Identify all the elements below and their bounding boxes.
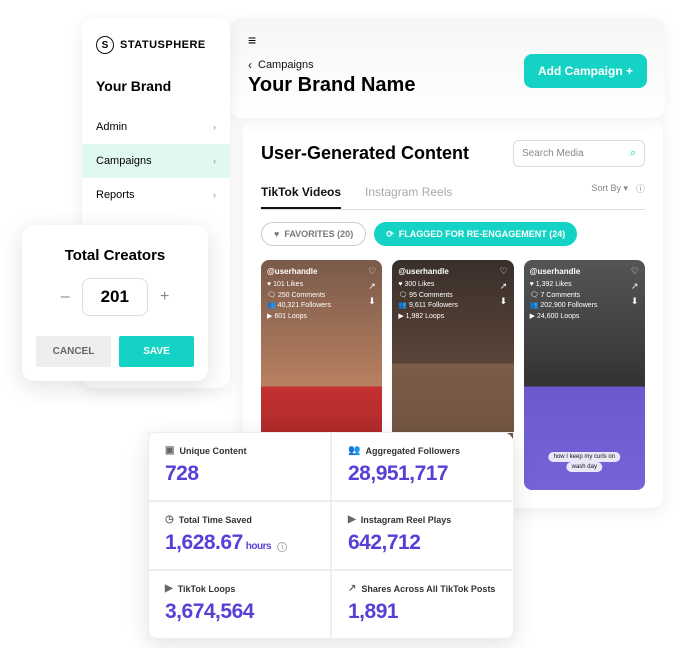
- card-action-icons: ♡ ↗ ⬇: [631, 266, 639, 307]
- logo-icon: S: [96, 36, 114, 54]
- search-icon: ⌕: [630, 147, 636, 160]
- caption-text: how I keep my curls on: [549, 452, 620, 462]
- brand-heading: Your Brand: [82, 70, 230, 110]
- breadcrumb-label: Campaigns: [258, 59, 314, 71]
- favorites-chip[interactable]: ♥ FAVORITES (20): [261, 222, 366, 246]
- add-campaign-button[interactable]: Add Campaign +: [524, 54, 647, 88]
- logo: S STATUSPHERE: [82, 36, 230, 70]
- heart-icon[interactable]: ♡: [500, 266, 508, 277]
- info-icon[interactable]: ⓘ: [636, 182, 645, 195]
- logo-text: STATUSPHERE: [120, 39, 206, 51]
- flagged-chip[interactable]: ⟳ FLAGGED FOR RE-ENGAGEMENT (24): [374, 222, 577, 246]
- sidebar-item-label: Reports: [96, 189, 135, 201]
- tab-tiktok-videos[interactable]: TikTok Videos: [261, 185, 341, 209]
- caption-text: wash day: [567, 462, 602, 472]
- save-button[interactable]: SAVE: [119, 336, 194, 367]
- search-placeholder: Search Media: [522, 148, 584, 159]
- creators-title: Total Creators: [36, 247, 194, 264]
- download-icon[interactable]: ⬇: [500, 296, 508, 307]
- ugc-tabs: TikTok Videos Instagram Reels Sort By ▾ …: [261, 185, 645, 210]
- flagged-label: FLAGGED FOR RE-ENGAGEMENT (24): [399, 229, 566, 239]
- refresh-icon: ⟳: [386, 229, 394, 240]
- clock-icon: ◷: [165, 514, 174, 525]
- content-icon: ▣: [165, 445, 174, 456]
- decrement-button[interactable]: –: [61, 288, 70, 306]
- stat-value: 728: [165, 462, 314, 486]
- sort-by-dropdown[interactable]: Sort By ▾: [591, 183, 628, 194]
- stat-value: 1,891: [348, 600, 497, 624]
- chevron-right-icon: ›: [213, 156, 216, 166]
- sidebar-item-admin[interactable]: Admin ›: [82, 110, 230, 144]
- followers-icon: 👥: [348, 445, 360, 456]
- stat-time-saved: ◷Total Time Saved 1,628.67hoursi: [148, 501, 331, 570]
- stat-value: 642,712: [348, 531, 497, 555]
- stat-unique-content: ▣Unique Content 728: [148, 432, 331, 501]
- quantity-stepper: – 201 +: [36, 278, 194, 316]
- share-icon[interactable]: ↗: [368, 281, 376, 292]
- search-input[interactable]: Search Media ⌕: [513, 140, 645, 167]
- increment-button[interactable]: +: [160, 288, 169, 306]
- chevron-right-icon: ›: [213, 122, 216, 132]
- tab-instagram-reels[interactable]: Instagram Reels: [365, 185, 452, 209]
- info-icon[interactable]: i: [277, 542, 287, 552]
- chevron-right-icon: ›: [213, 190, 216, 200]
- favorites-label: FAVORITES (20): [284, 229, 353, 239]
- stat-reel-plays: ▶Instagram Reel Plays 642,712: [331, 501, 514, 570]
- total-creators-card: Total Creators – 201 + CANCEL SAVE: [22, 225, 208, 381]
- play-icon: ▶: [348, 514, 356, 525]
- download-icon[interactable]: ⬇: [631, 296, 639, 307]
- header-panel: ≡ ‹ Campaigns Your Brand Name Add Campai…: [230, 18, 665, 118]
- back-icon: ‹: [248, 58, 252, 72]
- share-icon[interactable]: ↗: [500, 281, 508, 292]
- sidebar-item-label: Admin: [96, 121, 127, 133]
- card-stats: @userhandle ♥ 1,392 Likes 🗨 7 Comments 👥…: [530, 266, 598, 322]
- sidebar-item-label: Campaigns: [96, 155, 152, 167]
- share-icon: ↗: [348, 583, 356, 594]
- heart-icon: ♥: [274, 229, 279, 239]
- heart-icon[interactable]: ♡: [631, 266, 639, 277]
- card-stats: @userhandle ♥ 300 Likes 🗨 95 Comments 👥 …: [398, 266, 458, 322]
- hamburger-icon[interactable]: ≡: [248, 32, 647, 48]
- card-stats: @userhandle ♥ 101 Likes 🗨 250 Comments 👥…: [267, 266, 331, 322]
- sidebar-item-campaigns[interactable]: Campaigns ›: [82, 144, 230, 178]
- stats-panel: ▣Unique Content 728 👥Aggregated Follower…: [148, 432, 514, 639]
- ugc-title: User-Generated Content: [261, 143, 469, 164]
- stat-value: 28,951,717: [348, 462, 497, 486]
- content-card[interactable]: @userhandle ♥ 1,392 Likes 🗨 7 Comments 👥…: [524, 260, 645, 490]
- card-action-icons: ♡ ↗ ⬇: [368, 266, 376, 307]
- stat-value: 1,628.67hoursi: [165, 531, 314, 555]
- play-icon: ▶: [165, 583, 173, 594]
- stat-value: 3,674,564: [165, 600, 314, 624]
- creators-value[interactable]: 201: [82, 278, 148, 316]
- card-action-icons: ♡ ↗ ⬇: [500, 266, 508, 307]
- stat-tiktok-loops: ▶TikTok Loops 3,674,564: [148, 570, 331, 639]
- download-icon[interactable]: ⬇: [368, 296, 376, 307]
- stat-shares: ↗Shares Across All TikTok Posts 1,891: [331, 570, 514, 639]
- heart-icon[interactable]: ♡: [368, 266, 376, 277]
- cancel-button[interactable]: CANCEL: [36, 336, 111, 367]
- stat-aggregated-followers: 👥Aggregated Followers 28,951,717: [331, 432, 514, 501]
- share-icon[interactable]: ↗: [631, 281, 639, 292]
- sidebar-item-reports[interactable]: Reports ›: [82, 178, 230, 212]
